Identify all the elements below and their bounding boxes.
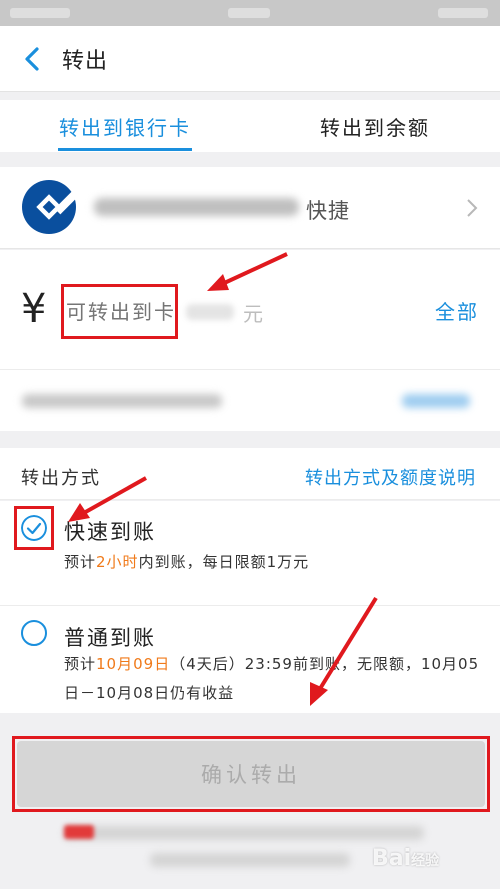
tab-to-balance[interactable]: 转出到余额 <box>320 112 430 141</box>
active-tab-indicator <box>58 148 192 151</box>
footer-notice-redacted-2 <box>150 853 350 867</box>
tab-to-bank-card[interactable]: 转出到银行卡 <box>59 112 191 141</box>
amount-unit: 元 <box>243 302 263 326</box>
status-bar-carrier <box>10 8 70 18</box>
nav-bar: 转出 <box>0 26 500 92</box>
available-amount-redacted <box>186 304 234 320</box>
watermark-text: Bai <box>372 846 412 871</box>
watermark-suffix: 经验 <box>411 853 440 869</box>
amount-section: ¥ 元 全部 <box>0 250 500 369</box>
option-normal-desc: 预计10月09日（4天后）23:59前到账，无限额，10月05日－10月08日仍… <box>64 650 484 708</box>
limit-hint-redacted <box>22 394 222 408</box>
fast-desc-prefix: 预计 <box>64 553 97 571</box>
yuan-currency-icon: ¥ <box>21 286 47 332</box>
transfer-method-label: 转出方式 <box>21 468 101 489</box>
option-normal-arrival[interactable]: 普通到账 预计10月09日（4天后）23:59前到账，无限额，10月05日－10… <box>0 606 500 713</box>
option-fast-title: 快速到账 <box>64 520 156 544</box>
bank-name-blur <box>94 198 299 216</box>
card-type-label: 快捷 <box>306 199 350 223</box>
baidu-watermark: Bai经验 <box>372 846 439 871</box>
checkmark-circle-icon[interactable] <box>21 515 47 541</box>
option-fast-desc: 预计2小时内到账，每日限额1万元 <box>64 548 309 577</box>
normal-desc-highlight: 10月09日 <box>96 655 171 673</box>
transfer-method-header: 转出方式 转出方式及额度说明 <box>0 448 500 500</box>
limit-hint-row <box>0 369 500 431</box>
option-normal-title: 普通到账 <box>64 626 156 650</box>
fast-desc-highlight: 2小时 <box>96 553 139 571</box>
limit-link-redacted[interactable] <box>402 394 470 408</box>
back-arrow-icon[interactable] <box>20 44 46 74</box>
footer-notice-redacted <box>64 826 424 840</box>
normal-desc-prefix: 预计 <box>64 655 97 673</box>
radio-unselected-icon[interactable] <box>21 620 47 646</box>
transfer-all-button[interactable]: 全部 <box>435 296 479 325</box>
status-bar <box>0 0 500 26</box>
transfer-tabs: 转出到银行卡 转出到余额 <box>0 100 500 152</box>
amount-input[interactable] <box>66 296 266 328</box>
chevron-right-icon <box>467 199 478 217</box>
footer-notice-badge <box>64 825 94 839</box>
option-fast-arrival[interactable]: 快速到账 预计2小时内到账，每日限额1万元 <box>0 501 500 606</box>
status-bar-time <box>228 8 270 18</box>
status-bar-icons <box>438 8 488 18</box>
ccb-bank-logo-icon <box>22 180 77 234</box>
method-limit-help-link[interactable]: 转出方式及额度说明 <box>305 464 476 490</box>
confirm-transfer-button[interactable]: 确认转出 <box>17 741 485 807</box>
bank-card-selector[interactable]: 快捷 <box>0 167 500 249</box>
page-title: 转出 <box>62 49 109 74</box>
bank-name-redacted <box>94 195 304 219</box>
fast-desc-suffix: 内到账，每日限额1万元 <box>138 553 310 571</box>
